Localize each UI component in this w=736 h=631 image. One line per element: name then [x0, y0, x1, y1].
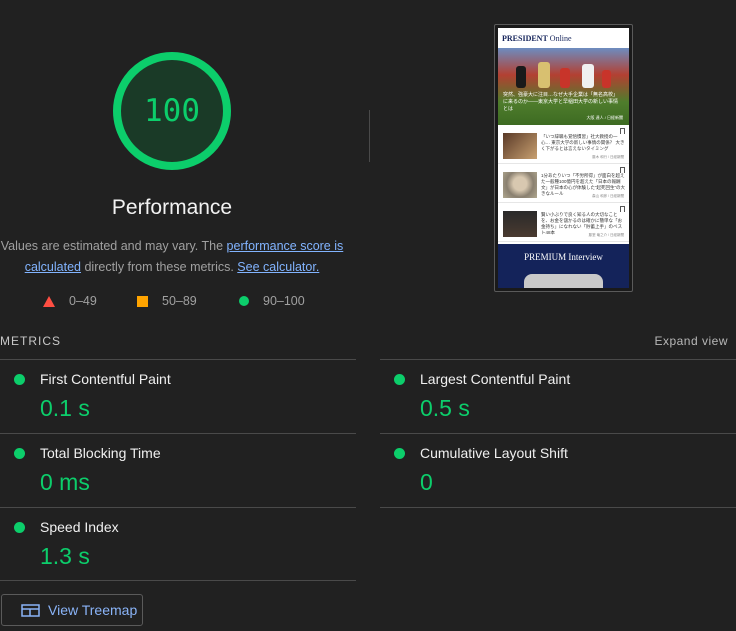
performance-gauge: 100 [112, 51, 232, 171]
gauge-title: Performance [111, 196, 233, 219]
lighthouse-report: 100 Performance Values are estimated and… [0, 0, 736, 631]
article-meta: 森山 和彦 / 日経新聞 [592, 194, 624, 198]
description-text-before: Values are estimated and may vary. The [0, 239, 227, 253]
metric-value: 0.1 s [40, 395, 90, 421]
screenshot-page: PRESIDENT Online 突然、強豪大に注目…なぜ大手企業は「無名高校」… [498, 28, 629, 288]
expand-view-toggle[interactable]: Expand view [654, 334, 728, 348]
metric-value: 0 ms [40, 469, 90, 495]
bookmark-icon [620, 167, 625, 173]
hero-meta: 大阪 達人 / 日経新聞 [586, 115, 623, 120]
score-legend: 0–49 50–89 90–100 [0, 294, 344, 312]
view-treemap-button[interactable]: View Treemap [1, 594, 143, 626]
metric-value: 0.5 s [420, 395, 470, 421]
pass-circle-icon [14, 374, 25, 385]
metric-label: Largest Contentful Paint [420, 371, 571, 387]
logo-bold: PRESIDENT [502, 33, 548, 43]
screenshot-header: PRESIDENT Online [498, 28, 629, 48]
article-meta: 藤堂 竜之介 / 日経新聞 [588, 233, 624, 237]
description-text-middle: directly from these metrics. [81, 260, 238, 274]
pass-circle-icon [14, 522, 25, 533]
metric-label: First Contentful Paint [40, 371, 171, 387]
legend-item-pass: 90–100 [239, 294, 305, 308]
metrics-divider [0, 580, 356, 581]
metric-label: Cumulative Layout Shift [420, 445, 568, 461]
article-thumbnail [503, 211, 537, 237]
circle-icon [239, 296, 249, 306]
logo-light: Online [547, 33, 572, 43]
score-description: Values are estimated and may vary. The p… [0, 236, 344, 278]
vertical-divider [369, 110, 370, 162]
metric-total-blocking-time: Total Blocking Time 0 ms [0, 433, 356, 507]
metric-value: 1.3 s [40, 543, 90, 569]
article-row: 1分あたりいつ「不労所得」が面白を超えた一般種100億円を超えた「日本の報酬文」… [498, 164, 629, 203]
metrics-divider [380, 507, 736, 508]
legend-item-average: 50–89 [137, 294, 197, 308]
bookmark-icon [620, 128, 625, 134]
article-row: 賢い小ぶりで良く知る人の大切なことを、お金を儲かるのは確かに簡単な「お金持ち」に… [498, 203, 629, 242]
premium-image [524, 274, 603, 288]
legend-range: 0–49 [69, 294, 97, 308]
hero-image: 突然、強豪大に注目…なぜ大手企業は「無名高校」に来るのか――東京大学と早稲田大学… [498, 48, 629, 125]
pass-circle-icon [394, 374, 405, 385]
metric-value: 0 [420, 469, 433, 495]
legend-item-fail: 0–49 [43, 294, 97, 308]
treemap-icon [21, 603, 40, 617]
triangle-icon [43, 295, 55, 307]
square-icon [137, 295, 148, 307]
pass-circle-icon [394, 448, 405, 459]
hero-headline: 突然、強豪大に注目…なぜ大手企業は「無名高校」に来るのか――東京大学と早稲田大学… [503, 92, 619, 112]
site-logo: PRESIDENT Online [502, 34, 572, 43]
article-meta: 藤木 和行 / 日経新聞 [592, 155, 624, 159]
metric-label: Speed Index [40, 519, 119, 535]
premium-banner: PREMIUM Interview [498, 244, 629, 288]
legend-range: 50–89 [162, 294, 197, 308]
metric-speed-index: Speed Index 1.3 s [0, 507, 356, 581]
article-row: 「いつ辞職も覚悟慣習」社大教授の一心… 東京大学の新しい事情の関係？ 大きく下が… [498, 125, 629, 164]
pass-circle-icon [14, 448, 25, 459]
final-screenshot[interactable]: PRESIDENT Online 突然、強豪大に注目…なぜ大手企業は「無名高校」… [494, 24, 633, 292]
performance-score: 100 [144, 93, 200, 129]
treemap-button-label: View Treemap [48, 602, 138, 618]
metric-cumulative-layout-shift: Cumulative Layout Shift 0 [380, 433, 736, 507]
metric-label: Total Blocking Time [40, 445, 161, 461]
metric-largest-contentful-paint: Largest Contentful Paint 0.5 s [380, 359, 736, 433]
article-thumbnail [503, 172, 537, 198]
metric-first-contentful-paint: First Contentful Paint 0.1 s [0, 359, 356, 433]
legend-range: 90–100 [263, 294, 305, 308]
article-title: 「いつ辞職も覚悟慣習」社大教授の一心… 東京大学の新しい事情の関係？ 大きく下が… [541, 134, 625, 151]
bookmark-icon [620, 206, 625, 212]
metrics-heading: METRICS [0, 334, 61, 348]
calculator-link[interactable]: See calculator. [237, 260, 319, 274]
article-thumbnail [503, 133, 537, 159]
premium-label: PREMIUM Interview [524, 252, 603, 262]
